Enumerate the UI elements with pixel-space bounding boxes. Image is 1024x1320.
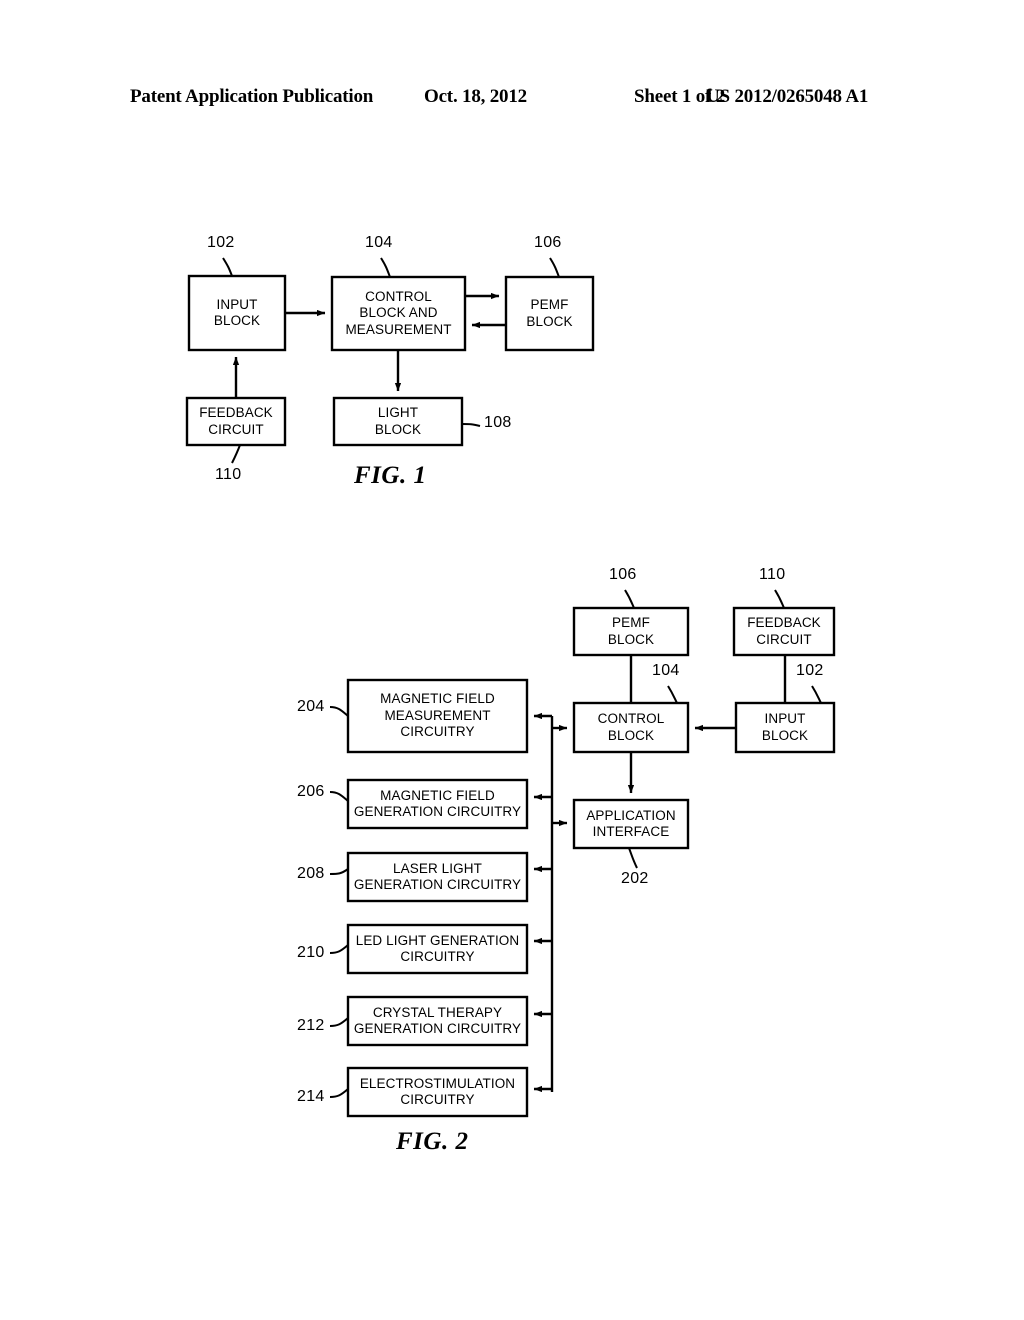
fig2-leader-206 — [329, 791, 349, 802]
fig2-leader-102 — [811, 685, 822, 704]
fig1-caption: FIG. 1 — [354, 462, 427, 489]
fig2-led-light-generation-box — [346, 923, 529, 975]
fig2-leader-104 — [667, 685, 678, 704]
fig2-ref-110: 110 — [759, 566, 786, 583]
fig2-feedback-circuit-box — [732, 606, 836, 657]
fig1-leader-108 — [461, 423, 481, 427]
fig2-control-block-box — [572, 701, 690, 754]
fig1-control-block-box — [330, 275, 467, 352]
fig1-ref-106: 106 — [534, 234, 562, 251]
fig1-pemf-block-box — [504, 275, 595, 352]
fig1-light-block-box — [332, 396, 464, 447]
fig1-leader-104 — [380, 257, 391, 278]
fig1-ref-102: 102 — [207, 234, 235, 251]
patent-drawing-page: Patent Application Publication Oct. 18, … — [0, 0, 1024, 1320]
fig2-ref-210: 210 — [297, 944, 325, 961]
fig1-ref-104: 104 — [365, 234, 393, 251]
fig1-input-block-box — [187, 274, 287, 352]
fig2-ref-212: 212 — [297, 1017, 325, 1034]
fig2-leader-212 — [329, 1017, 349, 1027]
fig1-ref-110: 110 — [215, 466, 242, 483]
fig2-ref-204: 204 — [297, 698, 325, 715]
fig2-ref-214: 214 — [297, 1088, 325, 1105]
fig1-leader-102 — [222, 257, 233, 277]
fig2-magnetic-field-generation-box — [346, 778, 529, 830]
fig2-ref-106: 106 — [609, 566, 637, 583]
fig2-electrostimulation-box — [346, 1066, 529, 1118]
fig2-leader-214 — [329, 1088, 349, 1098]
fig2-ref-208: 208 — [297, 865, 325, 882]
fig2-application-interface-box — [572, 798, 690, 850]
fig2-input-block-box — [734, 701, 836, 754]
fig1-leader-110 — [231, 444, 241, 464]
fig2-caption: FIG. 2 — [396, 1128, 469, 1155]
fig1-ref-108: 108 — [484, 414, 512, 431]
fig2-leader-204 — [329, 706, 349, 717]
fig2-ref-202: 202 — [621, 870, 649, 887]
fig2-leader-208 — [329, 868, 349, 875]
fig2-leader-110 — [774, 589, 785, 609]
fig2-crystal-therapy-generation-box — [346, 995, 529, 1047]
fig2-pemf-block-box — [572, 606, 690, 657]
fig2-leader-202 — [628, 847, 638, 869]
fig2-magnetic-field-measurement-box — [346, 678, 529, 754]
fig1-feedback-circuit-box — [185, 396, 287, 447]
fig2-leader-106 — [624, 589, 635, 609]
fig1-leader-106 — [549, 257, 560, 278]
fig2-laser-light-generation-box — [346, 851, 529, 903]
fig2-ref-102: 102 — [796, 662, 824, 679]
fig2-ref-206: 206 — [297, 783, 325, 800]
figures-drawing — [185, 257, 836, 1118]
fig2-ref-104: 104 — [652, 662, 680, 679]
fig2-leader-210 — [329, 944, 349, 954]
